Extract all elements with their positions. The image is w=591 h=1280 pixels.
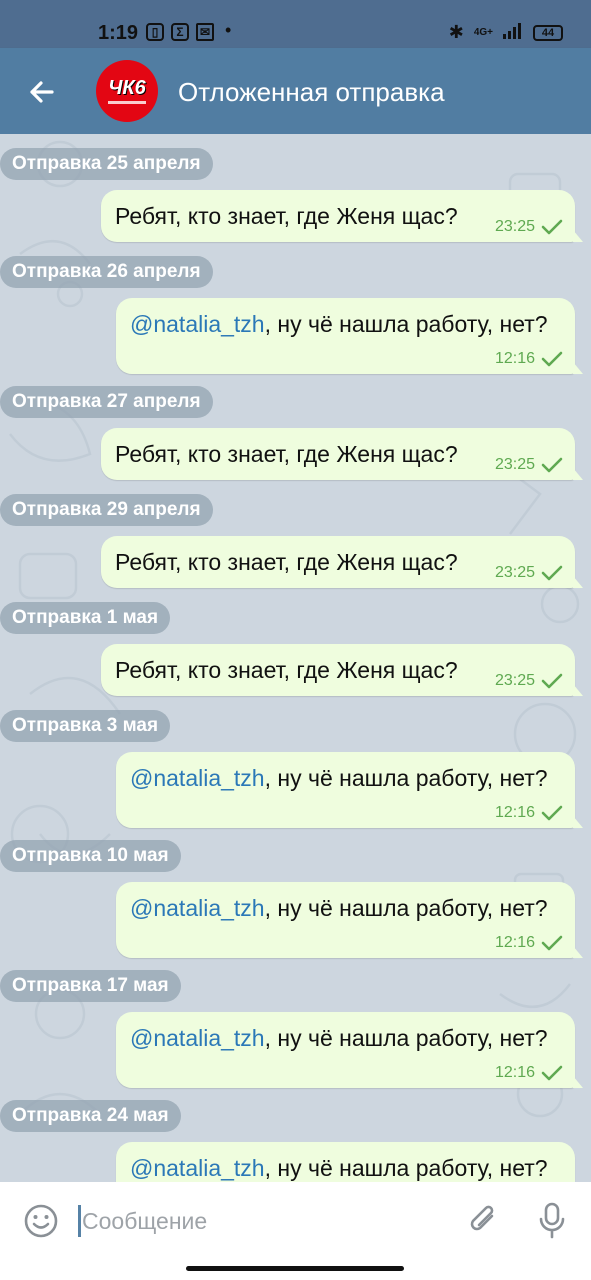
check-icon [541, 935, 563, 951]
arrow-left-icon [30, 81, 54, 103]
message-text: @natalia_tzh, ну чё нашла работу, нет? [130, 895, 548, 922]
message-bubble[interactable]: @natalia_tzh, ну чё нашла работу, нет? 12… [116, 1012, 583, 1088]
message-time: 23:25 [494, 564, 535, 581]
message-meta: 23:25 [495, 456, 563, 474]
message-input[interactable] [80, 1200, 454, 1242]
signal-label: 4G+ [473, 26, 493, 38]
bluetooth-icon: ✱ [448, 22, 464, 42]
avatar-logo-line [108, 101, 146, 104]
message-meta: 23:25 [495, 564, 563, 582]
message-bubble[interactable]: @natalia_tzh, ну чё нашла работу, нет? [116, 1142, 575, 1182]
date-separator: Отправка 3 мая [0, 710, 171, 742]
date-separator: Отправка 26 апреля [0, 256, 213, 288]
message-body: , ну чё нашла работу, нет? [264, 1025, 548, 1051]
avatar-logo-text: ЧК6 [108, 77, 146, 99]
date-separator: Отправка 25 апреля [0, 148, 213, 180]
check-icon [541, 219, 563, 235]
message-time: 12:16 [494, 934, 535, 951]
message-meta: 23:25 [495, 218, 563, 236]
signal-bars-icon [503, 23, 523, 42]
user-mention-link[interactable]: @natalia_tzh [130, 1155, 265, 1181]
user-mention-link[interactable]: @natalia_tzh [130, 1025, 265, 1051]
status-bar: 1:19 ▯ Σ ✉ • ✱ 4G+ 44 [0, 0, 591, 48]
message-time: 12:16 [494, 1064, 535, 1081]
attach-button[interactable] [466, 1200, 502, 1240]
paperclip-icon [470, 1205, 494, 1231]
check-icon [541, 457, 563, 473]
message-text: @natalia_tzh, ну чё нашла работу, нет? [130, 765, 548, 792]
battery-icon: 44 [533, 24, 563, 41]
check-icon [541, 673, 563, 689]
message-text: Ребят, кто знает, где Женя щас? [115, 549, 458, 576]
message-body: , ну чё нашла работу, нет? [264, 311, 548, 337]
status-time: 1:19 [98, 22, 139, 44]
message-body: Ребят, кто знает, где Женя щас? [115, 657, 458, 683]
date-separator: Отправка 29 апреля [0, 494, 213, 526]
message-text: Ребят, кто знает, где Женя щас? [115, 203, 458, 230]
microphone-icon [539, 1202, 565, 1239]
message-body: , ну чё нашла работу, нет? [264, 895, 548, 921]
message-meta: 12:16 [495, 350, 563, 368]
smile-icon [24, 1204, 58, 1238]
chat-header: ЧК6 Отложенная отправка [0, 48, 591, 134]
message-text: Ребят, кто знает, где Женя щас? [115, 441, 458, 468]
chat-avatar[interactable]: ЧК6 [96, 60, 158, 122]
message-meta: 12:16 [495, 934, 563, 952]
dot-icon: • [225, 20, 232, 40]
check-icon [541, 1065, 563, 1081]
sim-icon: ▯ [146, 23, 164, 41]
check-icon [541, 565, 563, 581]
user-mention-link[interactable]: @natalia_tzh [130, 895, 265, 921]
date-separator: Отправка 10 мая [0, 840, 181, 872]
message-text: @natalia_tzh, ну чё нашла работу, нет? [130, 1155, 548, 1182]
microphone-button[interactable] [534, 1200, 570, 1240]
status-right: ✱ 4G+ 44 [449, 22, 563, 43]
message-text: @natalia_tzh, ну чё нашла работу, нет? [130, 1025, 548, 1052]
date-separator: Отправка 1 мая [0, 602, 171, 634]
message-meta: 23:25 [495, 672, 563, 690]
user-mention-link[interactable]: @natalia_tzh [130, 311, 265, 337]
message-body: , ну чё нашла работу, нет? [264, 1155, 548, 1181]
back-button[interactable] [22, 72, 62, 112]
navigation-handle[interactable] [186, 1266, 404, 1271]
message-body: , ну чё нашла работу, нет? [264, 765, 548, 791]
message-body: Ребят, кто знает, где Женя щас? [115, 549, 458, 575]
chat-title[interactable]: Отложенная отправка [178, 77, 445, 108]
message-body: Ребят, кто знает, где Женя щас? [115, 441, 458, 467]
message-bubble[interactable]: @natalia_tzh, ну чё нашла работу, нет? 12… [116, 882, 583, 958]
message-time: 12:16 [494, 804, 535, 821]
date-separator: Отправка 24 мая [0, 1100, 181, 1132]
message-time: 12:16 [494, 350, 535, 367]
message-bubble[interactable]: @natalia_tzh, ну чё нашла работу, нет? 12… [116, 298, 583, 374]
message-text: Ребят, кто знает, где Женя щас? [115, 657, 458, 684]
message-text: @natalia_tzh, ну чё нашла работу, нет? [130, 311, 548, 338]
message-body: Ребят, кто знает, где Женя щас? [115, 203, 458, 229]
message-time: 23:25 [494, 672, 535, 689]
message-bubble[interactable]: Ребят, кто знает, где Женя щас? 23:25 [101, 428, 583, 480]
message-meta: 12:16 [495, 804, 563, 822]
date-separator: Отправка 17 мая [0, 970, 181, 1002]
message-time: 23:25 [494, 218, 535, 235]
message-bubble[interactable]: Ребят, кто знает, где Женя щас? 23:25 [101, 644, 583, 696]
message-bubble[interactable]: Ребят, кто знает, где Женя щас? 23:25 [101, 536, 583, 588]
message-time: 23:25 [494, 456, 535, 473]
message-meta: 12:16 [495, 1064, 563, 1082]
date-separator: Отправка 27 апреля [0, 386, 213, 418]
check-icon [541, 351, 563, 367]
sigma-icon: Σ [171, 23, 189, 41]
user-mention-link[interactable]: @natalia_tzh [130, 765, 265, 791]
emoji-button[interactable] [22, 1202, 60, 1240]
notification-icons: ▯ Σ ✉ • [146, 20, 232, 41]
message-bubble[interactable]: Ребят, кто знает, где Женя щас? 23:25 [101, 190, 583, 242]
message-bubble[interactable]: @natalia_tzh, ну чё нашла работу, нет? 12… [116, 752, 583, 828]
mail-icon: ✉ [196, 23, 214, 41]
message-list[interactable]: Отправка 25 апреля Ребят, кто знает, где … [0, 134, 591, 1182]
check-icon [541, 805, 563, 821]
